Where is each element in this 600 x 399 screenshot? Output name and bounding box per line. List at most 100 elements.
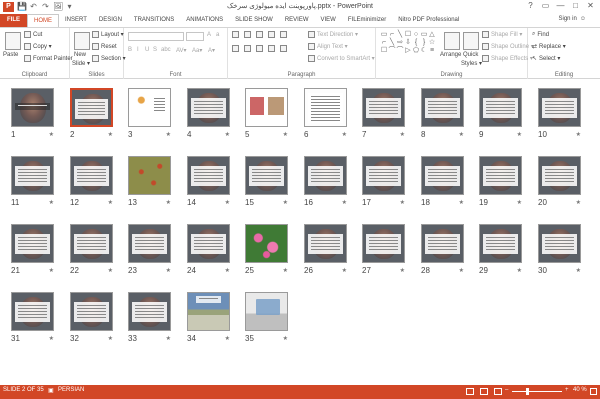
transition-star-icon[interactable]: ★: [283, 335, 288, 342]
numbering-icon[interactable]: [244, 31, 251, 38]
slide-preview[interactable]: [128, 88, 171, 127]
align-text-button[interactable]: Align Text ▾: [308, 43, 348, 50]
left-brace-shape-icon[interactable]: {: [412, 39, 420, 47]
quick-styles-button[interactable]: Quick: [463, 52, 478, 58]
tab-insert[interactable]: INSERT: [59, 14, 93, 27]
transition-star-icon[interactable]: ★: [576, 267, 581, 274]
text-shadow-button[interactable]: S: [153, 47, 157, 53]
slide-thumbnail[interactable]: 21 ★: [11, 224, 54, 276]
language-icon[interactable]: ▣: [48, 387, 54, 394]
slide-thumbnail[interactable]: 12 ★: [70, 156, 113, 208]
zoom-in-button[interactable]: +: [565, 387, 569, 393]
tab-home[interactable]: HOME: [27, 14, 59, 27]
tab-view[interactable]: VIEW: [315, 14, 342, 27]
align-left-icon[interactable]: [232, 45, 239, 52]
arc-shape-icon[interactable]: ⌒: [388, 47, 396, 55]
slide-preview[interactable]: [11, 88, 54, 127]
down-arrow-shape-icon[interactable]: ⇩: [404, 39, 412, 47]
find-button[interactable]: ⌕ Find: [532, 31, 549, 38]
transition-star-icon[interactable]: ★: [517, 267, 522, 274]
right-arrow-shape-icon[interactable]: ⇨: [396, 39, 404, 47]
slide-thumbnail[interactable]: 4 ★: [187, 88, 230, 140]
tab-slide-show[interactable]: SLIDE SHOW: [229, 14, 279, 27]
slide-preview[interactable]: [128, 292, 171, 331]
underline-button[interactable]: U: [145, 47, 149, 53]
tab-transitions[interactable]: TRANSITIONS: [128, 14, 180, 27]
grow-font-button[interactable]: A: [207, 32, 211, 38]
slide-thumbnail[interactable]: 2 ★: [70, 88, 113, 140]
transition-star-icon[interactable]: ★: [283, 267, 288, 274]
slide-thumbnail[interactable]: 9 ★: [479, 88, 522, 140]
slide-thumbnail[interactable]: 28 ★: [421, 224, 464, 276]
italic-button[interactable]: I: [137, 47, 139, 53]
slide-preview[interactable]: [538, 88, 581, 127]
transition-star-icon[interactable]: ★: [517, 131, 522, 138]
slide-preview[interactable]: [245, 156, 288, 195]
paste-button[interactable]: Paste: [3, 52, 18, 58]
tab-review[interactable]: REVIEW: [279, 14, 315, 27]
columns-icon[interactable]: [280, 45, 287, 52]
slide-preview[interactable]: [362, 224, 405, 263]
textbox-shape-icon[interactable]: ☐: [380, 47, 388, 55]
transition-star-icon[interactable]: ★: [459, 267, 464, 274]
slide-preview[interactable]: [304, 156, 347, 195]
slide-thumbnail[interactable]: 19 ★: [479, 156, 522, 208]
line-shape-icon[interactable]: ╲: [396, 31, 404, 39]
tab-file[interactable]: FILE: [0, 14, 27, 27]
transition-star-icon[interactable]: ★: [225, 335, 230, 342]
character-spacing-button[interactable]: AV▾: [176, 47, 187, 54]
font-name-field[interactable]: [128, 32, 184, 41]
slide-thumbnail[interactable]: 3 ★: [128, 88, 171, 140]
bold-button[interactable]: B: [128, 47, 132, 53]
right-brace-shape-icon[interactable]: }: [420, 39, 428, 47]
normal-view-icon[interactable]: [466, 388, 474, 395]
slide-preview[interactable]: [128, 156, 171, 195]
transition-star-icon[interactable]: ★: [342, 267, 347, 274]
slide-thumbnail[interactable]: 31 ★: [11, 292, 54, 344]
slide-preview[interactable]: [70, 88, 113, 127]
quick-styles-dropdown[interactable]: Styles ▾: [461, 60, 482, 67]
transition-star-icon[interactable]: ★: [400, 267, 405, 274]
slide-preview[interactable]: [11, 292, 54, 331]
slide-preview[interactable]: [245, 292, 288, 331]
transition-star-icon[interactable]: ★: [342, 131, 347, 138]
layout-button[interactable]: Layout ▾: [92, 31, 124, 38]
slide-thumbnail[interactable]: 20 ★: [538, 156, 581, 208]
reading-view-icon[interactable]: [494, 388, 502, 395]
transition-star-icon[interactable]: ★: [166, 199, 171, 206]
transition-star-icon[interactable]: ★: [400, 131, 405, 138]
fit-to-window-icon[interactable]: [590, 388, 597, 395]
change-case-button[interactable]: Aa▾: [192, 47, 202, 54]
slide-sorter-view-icon[interactable]: [480, 388, 488, 395]
shape-outline-button[interactable]: Shape Outline ▾: [482, 43, 534, 50]
slide-thumbnail[interactable]: 15 ★: [245, 156, 288, 208]
align-center-icon[interactable]: [244, 45, 251, 52]
strikethrough-button[interactable]: abc: [161, 47, 171, 53]
slide-preview[interactable]: [362, 88, 405, 127]
transition-star-icon[interactable]: ★: [108, 335, 113, 342]
transition-star-icon[interactable]: ★: [283, 199, 288, 206]
slide-thumbnail[interactable]: 24 ★: [187, 224, 230, 276]
section-button[interactable]: Section ▾: [92, 55, 126, 62]
transition-star-icon[interactable]: ★: [342, 199, 347, 206]
transition-star-icon[interactable]: ★: [225, 199, 230, 206]
pentagon-shape-icon[interactable]: ⬠: [412, 47, 420, 55]
transition-star-icon[interactable]: ★: [49, 267, 54, 274]
select-button[interactable]: ↖ Select ▾: [532, 55, 560, 62]
transition-star-icon[interactable]: ★: [166, 267, 171, 274]
tab-animations[interactable]: ANIMATIONS: [180, 14, 229, 27]
transition-star-icon[interactable]: ★: [49, 131, 54, 138]
slide-thumbnail[interactable]: 18 ★: [421, 156, 464, 208]
quick-styles-icon[interactable]: [463, 32, 479, 50]
slide-preview[interactable]: [11, 224, 54, 263]
line2-shape-icon[interactable]: ╲: [388, 39, 396, 47]
shape-fill-button[interactable]: Shape Fill ▾: [482, 31, 522, 38]
slide-thumbnail[interactable]: 30 ★: [538, 224, 581, 276]
font-size-field[interactable]: [186, 32, 204, 41]
slide-thumbnail[interactable]: 22 ★: [70, 224, 113, 276]
arc2-shape-icon[interactable]: ⌒: [396, 47, 404, 55]
more-shapes-icon[interactable]: ≡: [428, 47, 436, 55]
slide-thumbnail[interactable]: 26 ★: [304, 224, 347, 276]
reset-button[interactable]: Reset: [92, 43, 117, 50]
star-shape-icon[interactable]: ☆: [428, 39, 436, 47]
